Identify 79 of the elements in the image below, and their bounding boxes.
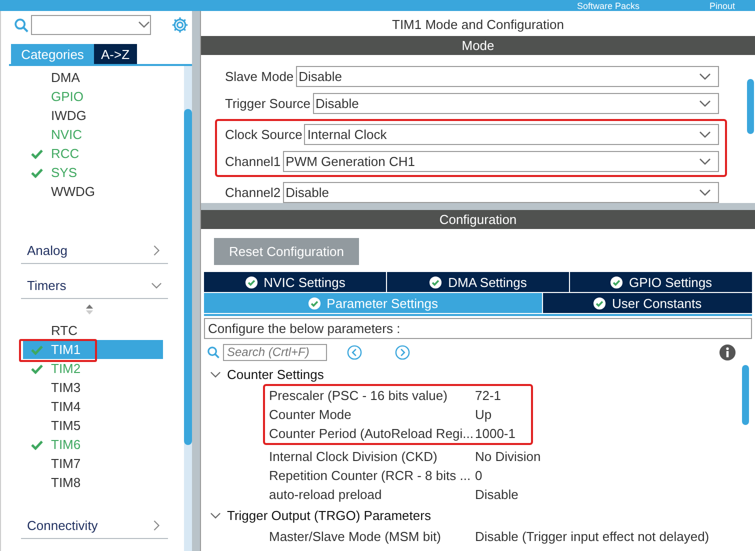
parameter-name: Counter Period (AutoReload Regi... (269, 426, 475, 441)
parameter-value[interactable]: Disable (475, 487, 518, 502)
chevron-down-icon (210, 369, 221, 380)
peripheral-item[interactable]: IWDG (23, 106, 163, 125)
field-label: Channel2 (224, 185, 281, 200)
field-label: Slave Mode (224, 69, 294, 84)
field-label: Trigger Source (224, 96, 310, 111)
parameter-value[interactable]: 1000-1 (475, 426, 516, 441)
field-label: Clock Source (224, 127, 302, 142)
next-icon[interactable] (395, 344, 410, 360)
sort-icon[interactable] (84, 304, 94, 315)
previous-icon[interactable] (347, 344, 362, 360)
tree-group[interactable]: Trigger Output (TRGO) Parameters (204, 506, 742, 525)
category-header[interactable]: Timers (21, 272, 168, 299)
dropdown-field[interactable]: Disable (282, 182, 719, 203)
search-field[interactable]: Search (Crtl+F) (223, 344, 327, 360)
scrollbar-thumb[interactable] (746, 79, 754, 134)
parameter-name: Repetition Counter (RCR - 8 bits ... (269, 468, 472, 483)
dropdown-field[interactable]: Disable (312, 93, 719, 114)
category-header[interactable]: Analog (21, 237, 168, 264)
category-tab[interactable]: A->Z (94, 44, 137, 64)
info-icon[interactable] (719, 344, 736, 360)
parameter-name: Prescaler (PSC - 16 bits value) (269, 388, 448, 403)
parameter-name: Internal Clock Division (CKD) (269, 449, 438, 464)
chevron-down-icon (699, 188, 711, 196)
parameter-value[interactable]: No Division (475, 449, 541, 464)
parameter-name: auto-reload preload (269, 487, 383, 502)
chevron-down-icon (699, 100, 711, 108)
section-header: Mode (201, 36, 755, 55)
peripheral-item[interactable]: TIM7 (23, 454, 163, 473)
check-circle-icon (308, 296, 321, 310)
dropdown-field[interactable]: PWM Generation CH1 (282, 151, 719, 172)
check-icon (31, 364, 43, 374)
peripheral-item[interactable]: RTC (23, 321, 163, 340)
check-circle-icon (244, 276, 258, 288)
settings-icon[interactable] (171, 16, 189, 34)
parameter-value[interactable]: Disable (Trigger input effect not delayed) (475, 529, 710, 544)
peripheral-item[interactable]: TIM8 (23, 473, 163, 492)
check-circle-icon (593, 296, 606, 310)
chevron-down-icon (699, 158, 711, 166)
settings-tab[interactable]: User Constants (542, 293, 752, 313)
scrollbar-thumb[interactable] (742, 365, 749, 425)
check-icon (31, 168, 43, 178)
section-header: Configuration (201, 210, 755, 229)
tree-group[interactable]: Counter Settings (204, 365, 742, 384)
settings-tab[interactable]: GPIO Settings (570, 272, 752, 292)
peripheral-item[interactable]: WWDG (23, 182, 163, 201)
search-icon (14, 18, 29, 32)
parameter-name: Counter Mode (269, 407, 352, 422)
parameter-value[interactable]: Up (475, 407, 492, 422)
dropdown-field[interactable]: Disable (296, 66, 719, 87)
panel-title: TIM1 Mode and Configuration (391, 16, 565, 34)
chevron-right-icon (151, 520, 162, 530)
description-text: Configure the below parameters : (204, 318, 752, 339)
parameter-value[interactable]: 0 (475, 468, 482, 483)
check-icon (31, 344, 43, 354)
peripheral-item[interactable]: TIM3 (23, 378, 163, 397)
settings-tab[interactable]: NVIC Settings (204, 272, 386, 292)
peripheral-item[interactable]: DMA (23, 68, 163, 87)
settings-tab[interactable]: DMA Settings (387, 272, 569, 292)
field-label: Channel1 (224, 154, 281, 169)
peripheral-item[interactable]: TIM4 (23, 397, 163, 416)
check-circle-icon (429, 276, 442, 288)
parameter-name: Master/Slave Mode (MSM bit) (269, 529, 442, 544)
chevron-right-icon (151, 244, 162, 256)
search-combo-field[interactable] (31, 15, 151, 35)
category-header[interactable]: Connectivity (21, 512, 168, 539)
check-icon (31, 148, 43, 158)
search-icon (207, 346, 220, 358)
chevron-down-icon (138, 21, 150, 29)
chevron-down-icon (210, 510, 221, 521)
parameter-value[interactable]: 72-1 (475, 388, 502, 403)
check-circle-icon (610, 276, 623, 288)
dropdown-field[interactable]: Internal Clock (304, 124, 719, 145)
chevron-down-icon (699, 130, 711, 138)
chevron-down-icon (699, 72, 711, 80)
peripheral-item[interactable]: TIM5 (23, 416, 163, 435)
check-icon (31, 440, 43, 450)
scrollbar-thumb[interactable] (184, 109, 192, 445)
